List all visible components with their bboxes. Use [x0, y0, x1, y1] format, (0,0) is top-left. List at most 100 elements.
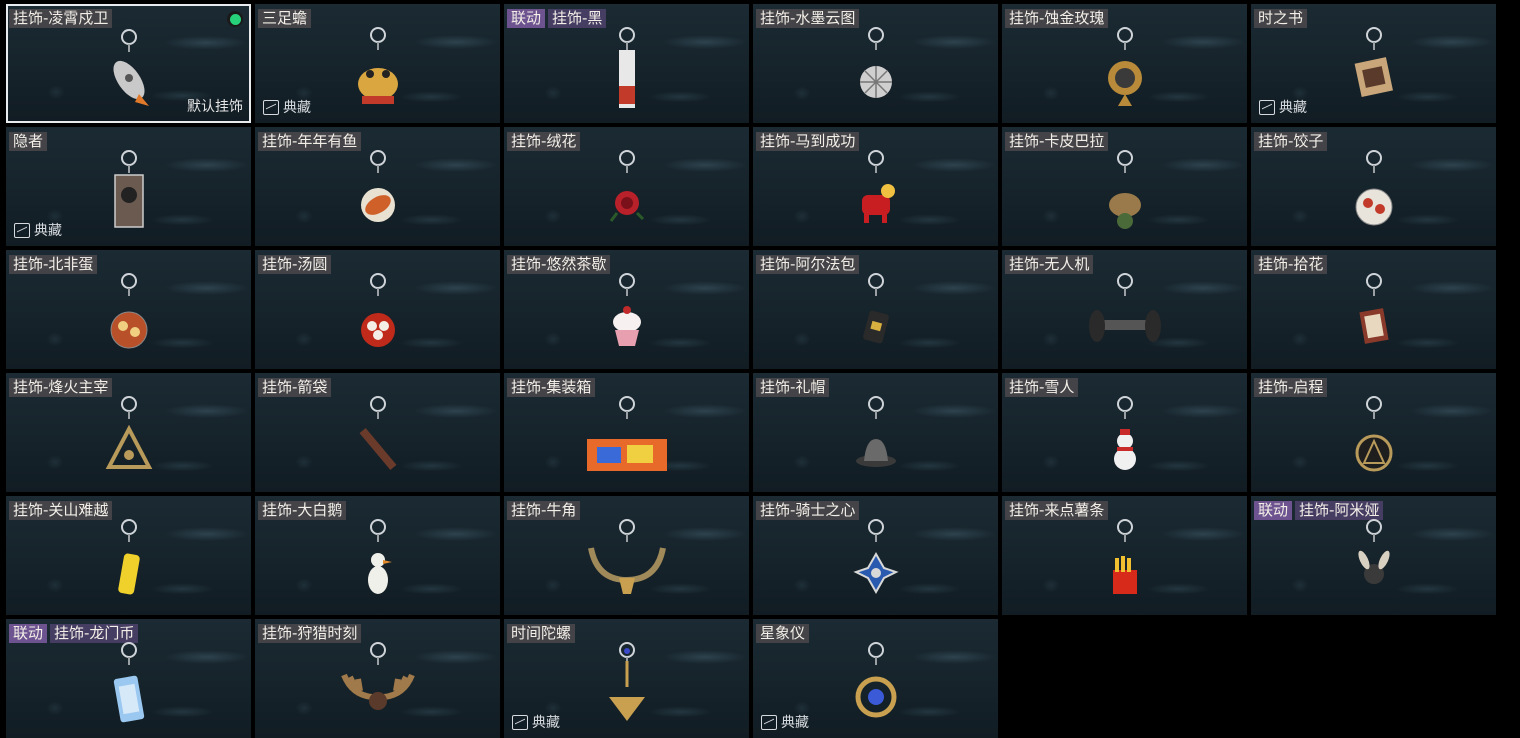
charm-card[interactable]: 时之书 典藏: [1251, 4, 1496, 123]
quiver-charm-icon: [338, 395, 418, 487]
dumplings-charm-icon: [1334, 149, 1414, 241]
charm-name-row: 挂饰-凌霄戍卫: [9, 9, 113, 28]
charm-card[interactable]: 挂饰-启程: [1251, 373, 1496, 492]
shakshuka-charm-icon: [89, 272, 169, 364]
charm-name-row: 挂饰-礼帽: [756, 378, 830, 397]
collab-tag: 联动: [9, 624, 48, 643]
charm-name: 挂饰-无人机: [1005, 255, 1094, 274]
charm-card[interactable]: 挂饰-马到成功: [753, 127, 998, 246]
collection-badge: 典藏: [1259, 97, 1307, 117]
collection-label: 典藏: [283, 100, 311, 116]
charm-name: 挂饰-北非蛋: [9, 255, 98, 274]
charm-card[interactable]: 挂饰-大白鹅: [255, 496, 500, 615]
charm-card[interactable]: 挂饰-蚀金玫瑰: [1002, 4, 1247, 123]
charm-name-row: 挂饰-牛角: [507, 501, 581, 520]
charm-card[interactable]: 挂饰-北非蛋: [6, 250, 251, 369]
golden-toad-charm-icon: [338, 26, 418, 118]
charm-card[interactable]: 联动 挂饰-阿米娅: [1251, 496, 1496, 615]
charm-card[interactable]: 三足蟾 典藏: [255, 4, 500, 123]
fries-charm-icon: [1085, 518, 1165, 610]
charm-card[interactable]: 挂饰-阿尔法包: [753, 250, 998, 369]
charm-name: 挂饰-箭袋: [258, 378, 332, 397]
charm-name-row: 挂饰-饺子: [1254, 132, 1328, 151]
collection-label: 典藏: [34, 223, 62, 239]
charm-name-row: 挂饰-大白鹅: [258, 501, 347, 520]
charm-name: 挂饰-凌霄戍卫: [9, 9, 113, 28]
collection-label: 典藏: [1279, 100, 1307, 116]
charm-card[interactable]: 挂饰-骑士之心: [753, 496, 998, 615]
charm-card[interactable]: 挂饰-烽火主宰: [6, 373, 251, 492]
charm-name-row: 挂饰-雪人: [1005, 378, 1079, 397]
charm-card[interactable]: 挂饰-凌霄戍卫 默认挂饰: [6, 4, 251, 123]
charm-card[interactable]: 星象仪 典藏: [753, 619, 998, 738]
charm-name-row: 挂饰-箭袋: [258, 378, 332, 397]
charm-card[interactable]: 挂饰-无人机: [1002, 250, 1247, 369]
collection-label: 典藏: [781, 715, 809, 731]
charm-name-row: 挂饰-北非蛋: [9, 255, 98, 274]
tall-box-charm-icon: [587, 26, 667, 118]
collection-badge: 典藏: [14, 220, 62, 240]
charm-card[interactable]: 挂饰-绒花: [504, 127, 749, 246]
charm-collection-grid: 挂饰-凌霄戍卫 默认挂饰 三足蟾 典藏 联动 挂饰-黑 挂饰-水墨云图 挂饰-蚀金玫瑰…: [6, 4, 1496, 738]
collection-icon: [761, 714, 777, 730]
hermit-card-charm-icon: [89, 149, 169, 241]
charm-card[interactable]: 挂饰-年年有鱼: [255, 127, 500, 246]
collection-badge: 典藏: [761, 712, 809, 732]
charm-card[interactable]: 隐者 典藏: [6, 127, 251, 246]
charm-card[interactable]: 挂饰-雪人: [1002, 373, 1247, 492]
charm-card[interactable]: 联动 挂饰-黑: [504, 4, 749, 123]
drone-charm-icon: [1085, 272, 1165, 364]
rocket-charm-icon: [89, 28, 169, 120]
charm-card[interactable]: 联动 挂饰-龙门币: [6, 619, 251, 738]
charm-name: 挂饰-汤圆: [258, 255, 332, 274]
charm-card[interactable]: 挂饰-牛角: [504, 496, 749, 615]
disco-ball-charm-icon: [836, 26, 916, 118]
charm-card[interactable]: 时间陀螺 典藏: [504, 619, 749, 738]
charm-card[interactable]: 挂饰-来点薯条: [1002, 496, 1247, 615]
collab-tag: 联动: [507, 9, 546, 28]
tangyuan-charm-icon: [338, 272, 418, 364]
collection-badge: 典藏: [512, 712, 560, 732]
charm-name: 挂饰-饺子: [1254, 132, 1328, 151]
charm-card[interactable]: 挂饰-饺子: [1251, 127, 1496, 246]
lungmen-coin-charm-icon: [89, 641, 169, 733]
charm-name: 时之书: [1254, 9, 1308, 28]
spinning-top-charm-icon: [587, 641, 667, 733]
charm-name: 挂饰-雪人: [1005, 378, 1079, 397]
collection-icon: [263, 99, 279, 115]
fish-charm-icon: [338, 149, 418, 241]
charm-card[interactable]: 挂饰-狩猎时刻: [255, 619, 500, 738]
charm-name: 挂饰-牛角: [507, 501, 581, 520]
charm-card[interactable]: 挂饰-汤圆: [255, 250, 500, 369]
charm-name: 三足蟾: [258, 9, 312, 28]
charm-name: 挂饰-启程: [1254, 378, 1328, 397]
top-hat-charm-icon: [836, 395, 916, 487]
astrolabe-charm-icon: [836, 641, 916, 733]
charm-card[interactable]: 挂饰-水墨云图: [753, 4, 998, 123]
charm-card[interactable]: 挂饰-集装箱: [504, 373, 749, 492]
charm-name-row: 星象仪: [756, 624, 810, 643]
charm-card[interactable]: 挂饰-关山难越: [6, 496, 251, 615]
charm-card[interactable]: 挂饰-卡皮巴拉: [1002, 127, 1247, 246]
charm-name-row: 挂饰-启程: [1254, 378, 1328, 397]
charm-name: 挂饰-拾花: [1254, 255, 1328, 274]
charm-name: 挂饰-大白鹅: [258, 501, 347, 520]
charm-name: 时间陀螺: [507, 624, 576, 643]
charm-card[interactable]: 挂饰-箭袋: [255, 373, 500, 492]
book-charm-icon: [1334, 26, 1414, 118]
amiya-charm-icon: [1334, 518, 1414, 610]
charm-card[interactable]: 挂饰-拾花: [1251, 250, 1496, 369]
frame-charm-icon: [1334, 272, 1414, 364]
compass-coin-charm-icon: [1334, 395, 1414, 487]
charm-name: 挂饰-绒花: [507, 132, 581, 151]
charm-card[interactable]: 挂饰-礼帽: [753, 373, 998, 492]
cupcake-charm-icon: [587, 272, 667, 364]
charm-name-row: 挂饰-集装箱: [507, 378, 596, 397]
gold-rose-badge-charm-icon: [1085, 26, 1165, 118]
container-charm-icon: [586, 395, 667, 487]
charm-name: 星象仪: [756, 624, 810, 643]
charm-name-row: 时间陀螺: [507, 624, 576, 643]
capybara-charm-icon: [1085, 149, 1165, 241]
charm-name-row: 挂饰-绒花: [507, 132, 581, 151]
charm-card[interactable]: 挂饰-悠然茶歇: [504, 250, 749, 369]
